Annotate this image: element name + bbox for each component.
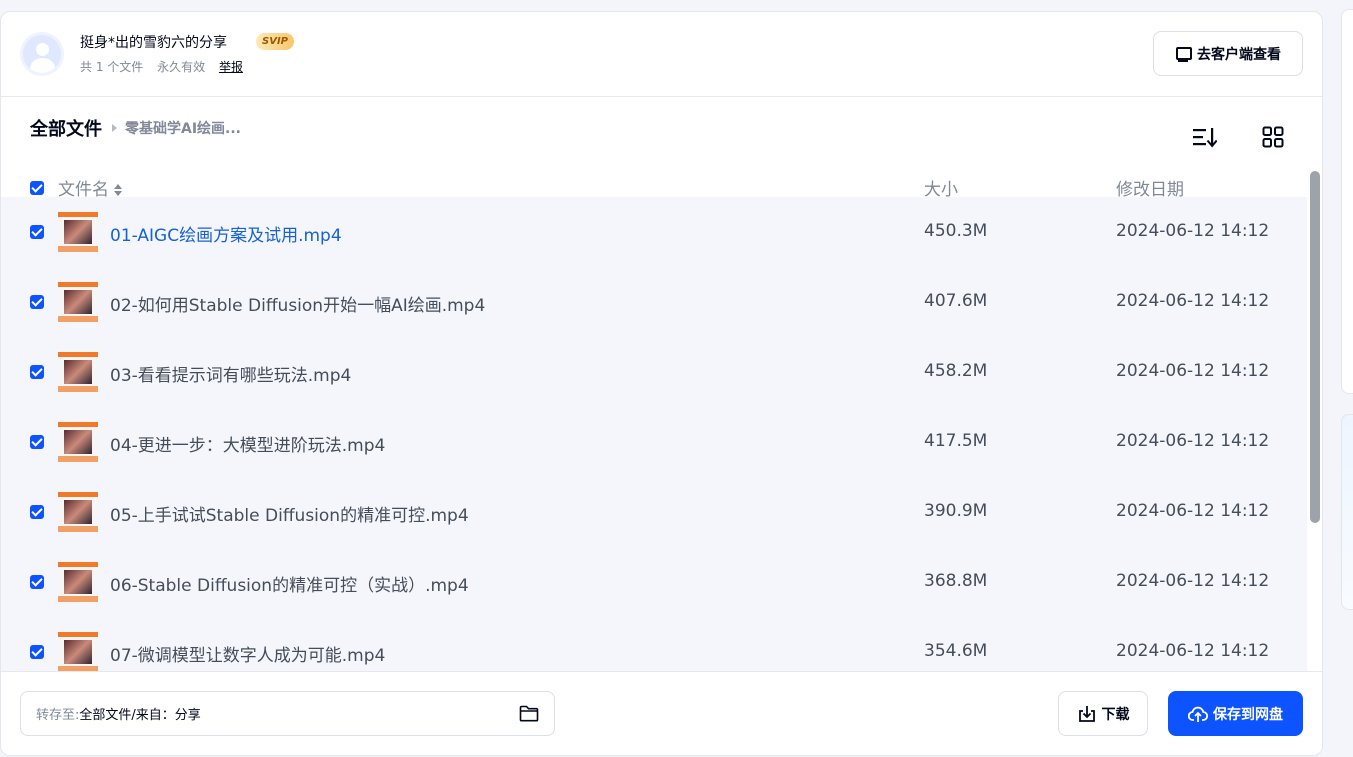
row-checkbox[interactable] xyxy=(30,365,44,379)
file-date: 2024-06-12 14:12 xyxy=(1116,361,1270,381)
save-to-label: 转存至: xyxy=(36,708,80,723)
row-checkbox[interactable] xyxy=(30,435,44,449)
file-size: 458.2M xyxy=(924,361,988,381)
row-checkbox[interactable] xyxy=(30,295,44,309)
share-meta: 共 1 个文件 永久有效 举报 xyxy=(80,58,253,75)
file-name[interactable]: 01-AIGC绘画方案及试用.mp4 xyxy=(110,221,342,246)
monitor-icon xyxy=(1175,46,1192,62)
validity: 永久有效 xyxy=(157,60,206,74)
breadcrumb-root[interactable]: 全部文件 xyxy=(30,115,102,141)
table-row[interactable]: 02-如何用Stable Diffusion开始一幅AI绘画.mp4 407.6… xyxy=(1,267,1307,337)
video-thumbnail xyxy=(58,212,98,252)
file-size: 354.6M xyxy=(924,641,988,661)
row-checkbox[interactable] xyxy=(30,225,44,239)
table-row[interactable]: 03-看看提示词有哪些玩法.mp4 458.2M 2024-06-12 14:1… xyxy=(1,337,1307,407)
file-size: 407.6M xyxy=(924,291,988,311)
table-row[interactable]: 06-Stable Diffusion的精准可控（实战）.mp4 368.8M … xyxy=(1,547,1307,617)
avatar xyxy=(20,32,64,76)
open-in-client-label: 去客户端查看 xyxy=(1197,46,1281,63)
scrollbar[interactable] xyxy=(1310,171,1320,523)
save-label: 保存到网盘 xyxy=(1213,706,1283,723)
file-date: 2024-06-12 14:12 xyxy=(1116,431,1270,451)
file-name[interactable]: 06-Stable Diffusion的精准可控（实战）.mp4 xyxy=(110,571,469,596)
file-size: 417.5M xyxy=(924,431,988,451)
file-date: 2024-06-12 14:12 xyxy=(1116,571,1270,591)
save-to-netdisk-button[interactable]: 保存到网盘 xyxy=(1168,691,1303,736)
video-thumbnail xyxy=(58,492,98,532)
file-name[interactable]: 03-看看提示词有哪些玩法.mp4 xyxy=(110,361,351,386)
video-thumbnail xyxy=(58,352,98,392)
folder-icon[interactable] xyxy=(519,705,539,722)
file-size: 450.3M xyxy=(924,221,988,241)
save-destination-field[interactable]: 转存至: 全部文件/来自：分享 xyxy=(20,691,555,736)
side-promo-card[interactable] xyxy=(1341,414,1353,610)
report-link[interactable]: 举报 xyxy=(219,60,243,74)
download-icon xyxy=(1078,705,1095,722)
sharer-name: 挺身*出的雪豹六的分享 xyxy=(80,35,227,51)
file-list: 01-AIGC绘画方案及试用.mp4 450.3M 2024-06-12 14:… xyxy=(1,197,1307,671)
sort-toggle-icon xyxy=(114,183,122,197)
video-thumbnail xyxy=(58,632,98,671)
file-count: 共 1 个文件 xyxy=(80,60,144,74)
share-header: 挺身*出的雪豹六的分享 SVIP 共 1 个文件 永久有效 举报 去客户端查看 xyxy=(1,12,1322,97)
file-date: 2024-06-12 14:12 xyxy=(1116,501,1270,521)
file-name[interactable]: 05-上手试试Stable Diffusion的精准可控.mp4 xyxy=(110,501,469,526)
table-row[interactable]: 07-微调模型让数字人成为可能.mp4 354.6M 2024-06-12 14… xyxy=(1,617,1307,671)
file-size: 368.8M xyxy=(924,571,988,591)
video-thumbnail xyxy=(58,562,98,602)
file-name[interactable]: 07-微调模型让数字人成为可能.mp4 xyxy=(110,641,385,666)
file-name[interactable]: 04-更进一步：大模型进阶玩法.mp4 xyxy=(110,431,385,456)
table-row[interactable]: 01-AIGC绘画方案及试用.mp4 450.3M 2024-06-12 14:… xyxy=(1,197,1307,267)
breadcrumb: 全部文件 零基础学AI绘画... xyxy=(30,115,241,141)
download-label: 下载 xyxy=(1101,706,1130,723)
table-row[interactable]: 04-更进一步：大模型进阶玩法.mp4 417.5M 2024-06-12 14… xyxy=(1,407,1307,477)
video-thumbnail xyxy=(58,282,98,322)
file-name[interactable]: 02-如何用Stable Diffusion开始一幅AI绘画.mp4 xyxy=(110,291,485,316)
open-in-client-button[interactable]: 去客户端查看 xyxy=(1153,31,1303,76)
file-date: 2024-06-12 14:12 xyxy=(1116,221,1270,241)
breadcrumb-separator-icon xyxy=(112,124,117,132)
footer: 转存至: 全部文件/来自：分享 下载 保存到网盘 xyxy=(1,671,1322,755)
table-row[interactable]: 05-上手试试Stable Diffusion的精准可控.mp4 390.9M … xyxy=(1,477,1307,547)
grid-view-icon[interactable] xyxy=(1261,125,1285,149)
share-panel: 挺身*出的雪豹六的分享 SVIP 共 1 个文件 永久有效 举报 去客户端查看 … xyxy=(0,11,1323,756)
cloud-upload-icon xyxy=(1188,706,1208,722)
row-checkbox[interactable] xyxy=(30,645,44,659)
file-date: 2024-06-12 14:12 xyxy=(1116,641,1270,661)
download-button[interactable]: 下载 xyxy=(1058,691,1148,736)
save-to-path: 全部文件/来自：分享 xyxy=(79,708,201,723)
sort-icon[interactable] xyxy=(1191,126,1217,148)
row-checkbox[interactable] xyxy=(30,505,44,519)
select-all-checkbox[interactable] xyxy=(30,181,44,195)
file-size: 390.9M xyxy=(924,501,988,521)
row-checkbox[interactable] xyxy=(30,575,44,589)
video-thumbnail xyxy=(58,422,98,462)
side-card xyxy=(1341,9,1353,394)
svip-badge: SVIP xyxy=(256,33,294,50)
file-date: 2024-06-12 14:12 xyxy=(1116,291,1270,311)
breadcrumb-current: 零基础学AI绘画... xyxy=(125,121,241,137)
